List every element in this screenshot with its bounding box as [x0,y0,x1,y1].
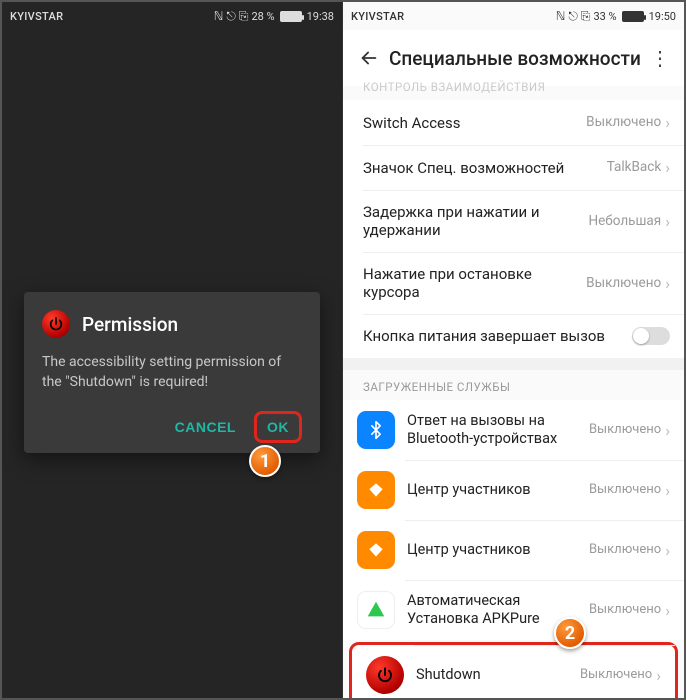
battery-icon [280,11,302,22]
row-power-ends-call[interactable]: Кнопка питания завершает вызов [343,314,684,358]
battery-icon [622,11,644,22]
row-value: TalkBack [607,159,661,175]
page-title: Специальные возможности [389,47,642,70]
row-label: Значок Спец. возможностей [363,159,607,177]
apkpure-icon [357,591,395,629]
back-button[interactable] [349,38,389,78]
row-value: Небольшая [589,213,662,229]
power-icon [42,310,70,338]
phone-left: KYIVSTAR ℕ ⎋ ⎘ 28 % 19:38 Permission The… [2,2,343,698]
row-value: Выключено [586,275,661,291]
row-touch-hold-delay[interactable]: Задержка при нажатии и удержании Небольш… [343,190,684,252]
callout-badge-2: 2 [554,617,586,649]
callout-badge-1: 1 [249,445,281,477]
chevron-right-icon: › [665,212,670,231]
dialog-title: Permission [82,313,178,336]
chevron-right-icon: › [665,274,670,293]
clock: 19:38 [307,10,334,23]
service-label: Shutdown [416,666,580,684]
phone-right: KYIVSTAR ℕ ⎋ ⎘ 33 % 19:50 Специальные во… [343,2,684,698]
bluetooth-app-icon [357,411,395,449]
chevron-right-icon: › [665,158,670,177]
carrier: KYIVSTAR [351,10,404,23]
chevron-right-icon: › [665,421,670,440]
chevron-right-icon: › [656,666,661,685]
row-value: Выключено [586,114,661,130]
carrier: KYIVSTAR [10,10,63,23]
ok-button[interactable]: OK [254,411,302,443]
cancel-button[interactable]: CANCEL [163,411,248,443]
more-button[interactable]: ⋮ [642,46,678,70]
service-value: Выключено [589,602,661,618]
toggle-switch[interactable] [632,327,670,345]
row-label: Switch Access [363,114,586,132]
vibrate-icon: ⎘ [239,9,249,24]
divider [343,358,684,370]
chevron-right-icon: › [665,113,670,132]
chevron-right-icon: › [665,601,670,620]
row-label: Задержка при нажатии и удержании [363,203,589,239]
bluetooth-icon: ⎋ [568,9,578,24]
row-click-after-cursor-stops[interactable]: Нажатие при остановке курсора Выключено … [343,252,684,314]
row-label: Нажатие при остановке курсора [363,265,586,301]
member-center-icon [357,531,395,569]
service-value: Выключено [589,482,661,498]
service-value: Выключено [589,422,661,438]
service-apkpure[interactable]: Автоматическая Установка APKPure Выключе… [343,580,684,640]
battery-pct: 33 % [593,10,616,23]
service-member-center-1[interactable]: Центр участников Выключено › [343,460,684,520]
row-label: Кнопка питания завершает вызов [363,327,624,345]
statusbar-right: KYIVSTAR ℕ ⎋ ⎘ 33 % 19:50 [343,2,684,30]
bluetooth-icon: ⎋ [226,9,236,24]
member-center-icon [357,471,395,509]
service-value: Выключено [580,667,652,683]
service-bluetooth-answer[interactable]: Ответ на вызовы на Bluetooth-устройствах… [343,400,684,460]
service-label: Центр участников [407,481,589,499]
permission-dialog: Permission The accessibility setting per… [24,292,320,453]
battery-pct: 28 % [251,10,274,23]
shutdown-app-icon [366,656,404,694]
vibrate-icon: ⎘ [581,9,591,24]
row-accessibility-shortcut[interactable]: Значок Спец. возможностей TalkBack › [343,145,684,190]
service-member-center-2[interactable]: Центр участников Выключено › [343,520,684,580]
section-interaction: КОНТРОЛЬ ВЗАИМОДЕЙСТВИЯ [343,78,684,100]
chevron-right-icon: › [665,481,670,500]
row-switch-access[interactable]: Switch Access Выключено › [343,100,684,145]
service-label: Ответ на вызовы на Bluetooth-устройствах [407,412,589,448]
section-downloaded-services: ЗАГРУЖЕННЫЕ СЛУЖБЫ [343,370,684,400]
clock: 19:50 [649,10,676,23]
statusbar-left: KYIVSTAR ℕ ⎋ ⎘ 28 % 19:38 [2,2,342,30]
nfc-icon: ℕ [214,9,224,23]
service-value: Выключено [589,542,661,558]
service-shutdown[interactable]: Shutdown Выключено › [349,642,678,698]
nfc-icon: ℕ [556,9,566,23]
dialog-message: The accessibility setting permission of … [42,352,302,393]
chevron-right-icon: › [665,541,670,560]
service-label: Центр участников [407,541,589,559]
